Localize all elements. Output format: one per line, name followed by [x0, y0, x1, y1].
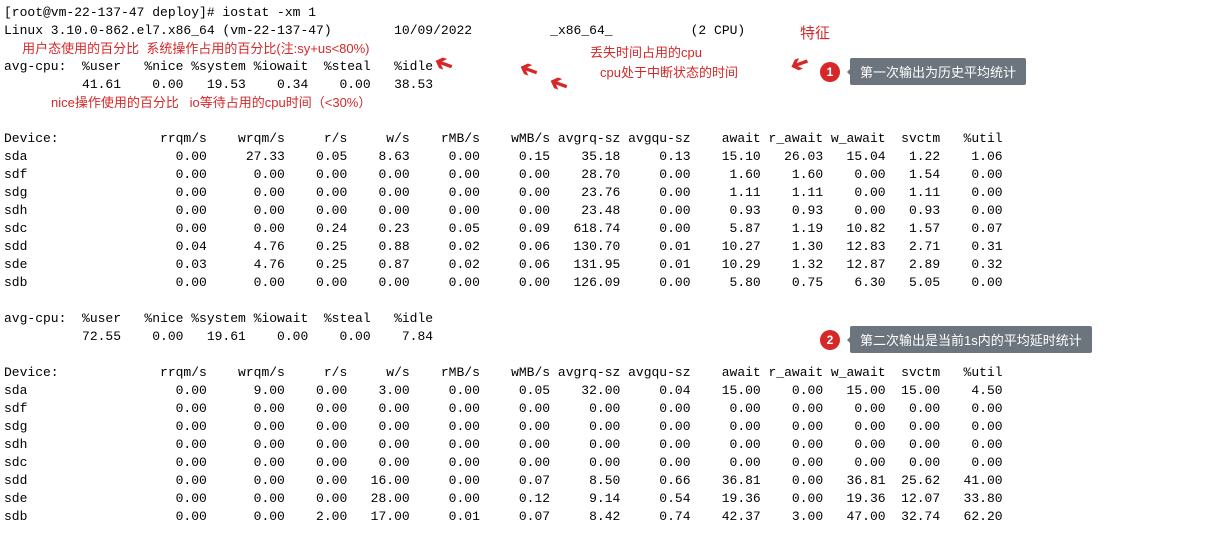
prompt-line: [root@vm-22-137-47 deploy]# iostat -xm 1	[4, 4, 1208, 22]
ann-idle: cpu处于中断状态的时间	[600, 62, 738, 81]
device-row: sdc 0.00 0.00 0.24 0.23 0.05 0.09 618.74…	[4, 220, 1208, 238]
device-row: sde 0.03 4.76 0.25 0.87 0.02 0.06 131.95…	[4, 256, 1208, 274]
device-row: sda 0.00 9.00 0.00 3.00 0.00 0.05 32.00 …	[4, 382, 1208, 400]
sys-cpu: (2 CPU)	[691, 23, 746, 38]
device-header-1: Device: rrqm/s wrqm/s r/s w/s rMB/s wMB/…	[4, 130, 1208, 148]
callout-2: 第二次输出是当前1s内的平均延时统计	[850, 326, 1092, 353]
sys-arch: _x86_64_	[550, 23, 612, 38]
device-row: sde 0.00 0.00 0.00 28.00 0.00 0.12 9.14 …	[4, 490, 1208, 508]
device-row: sdd 0.04 4.76 0.25 0.88 0.02 0.06 130.70…	[4, 238, 1208, 256]
ann-system: 系统操作占用的百分比(注:sy+us<80%)	[146, 41, 369, 56]
device-header-2: Device: rrqm/s wrqm/s r/s w/s rMB/s wMB/…	[4, 364, 1208, 382]
device-row: sda 0.00 27.33 0.05 8.63 0.00 0.15 35.18…	[4, 148, 1208, 166]
device-row: sdf 0.00 0.00 0.00 0.00 0.00 0.00 0.00 0…	[4, 400, 1208, 418]
ann-row-2: nice操作使用的百分比 io等待占用的cpu时间（<30%）	[4, 94, 1208, 112]
sys-kernel: Linux 3.10.0-862.el7.x86_64 (vm-22-137-4…	[4, 23, 332, 38]
badge-1: 1	[820, 62, 840, 82]
callout-1: 第一次输出为历史平均统计	[850, 58, 1026, 85]
device-row: sdf 0.00 0.00 0.00 0.00 0.00 0.00 28.70 …	[4, 166, 1208, 184]
sysinfo-line: Linux 3.10.0-862.el7.x86_64 (vm-22-137-4…	[4, 22, 1208, 40]
ann-user: 用户态使用的百分比	[22, 41, 139, 56]
ann-iowait: io等待占用的cpu时间（<30%）	[190, 95, 372, 110]
device-row: sdh 0.00 0.00 0.00 0.00 0.00 0.00 0.00 0…	[4, 436, 1208, 454]
device-row: sdh 0.00 0.00 0.00 0.00 0.00 0.00 23.48 …	[4, 202, 1208, 220]
ann-nice: nice操作使用的百分比	[51, 95, 179, 110]
ann-steal: 丢失时间占用的cpu	[590, 42, 702, 61]
feature-label: 特征	[800, 22, 830, 43]
badge-2: 2	[820, 330, 840, 350]
device-row: sdg 0.00 0.00 0.00 0.00 0.00 0.00 23.76 …	[4, 184, 1208, 202]
device-row: sdg 0.00 0.00 0.00 0.00 0.00 0.00 0.00 0…	[4, 418, 1208, 436]
device-row: sdb 0.00 0.00 2.00 17.00 0.01 0.07 8.42 …	[4, 508, 1208, 526]
device-row: sdb 0.00 0.00 0.00 0.00 0.00 0.00 126.09…	[4, 274, 1208, 292]
device-row: sdc 0.00 0.00 0.00 0.00 0.00 0.00 0.00 0…	[4, 454, 1208, 472]
device-row: sdd 0.00 0.00 0.00 16.00 0.00 0.07 8.50 …	[4, 472, 1208, 490]
sys-date: 10/09/2022	[394, 23, 472, 38]
